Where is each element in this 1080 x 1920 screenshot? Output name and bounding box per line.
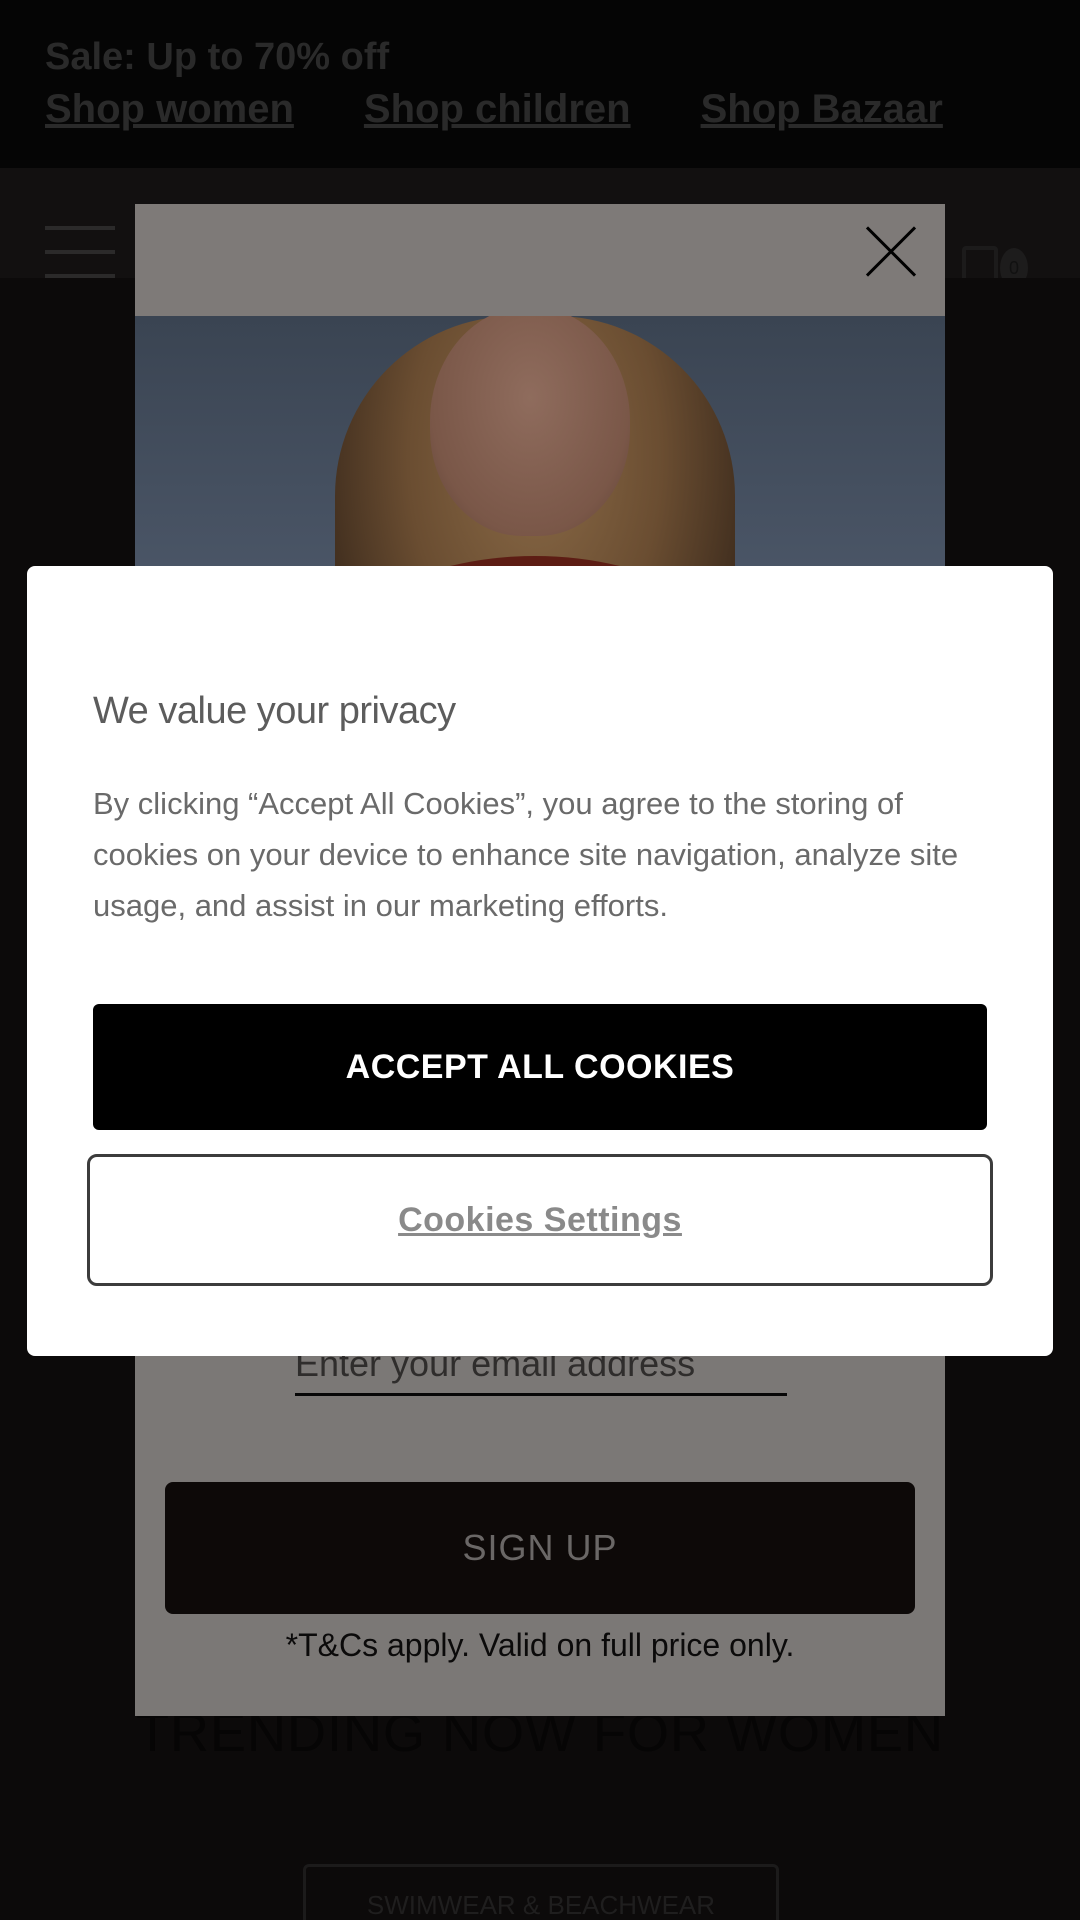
- sale-title: Sale: Up to 70% off: [45, 36, 390, 78]
- terms-text: *T&Cs apply. Valid on full price only.: [285, 1627, 795, 1663]
- sale-links: Shop women Shop children Shop Bazaar: [45, 84, 1080, 134]
- category-chip-swimwear[interactable]: SWIMWEAR & BEACHWEAR: [303, 1864, 779, 1920]
- cookie-title: We value your privacy: [93, 690, 456, 732]
- cookies-settings-button[interactable]: Cookies Settings: [87, 1154, 993, 1286]
- popup-header: [135, 204, 945, 316]
- shop-children-link[interactable]: Shop children: [364, 84, 631, 134]
- accept-all-cookies-button[interactable]: ACCEPT ALL COOKIES: [93, 1004, 987, 1130]
- sale-banner: Sale: Up to 70% off Shop women Shop chil…: [0, 0, 1080, 168]
- sign-up-button[interactable]: SIGN UP: [165, 1482, 915, 1614]
- shop-bazaar-link[interactable]: Shop Bazaar: [701, 84, 943, 134]
- cookie-consent-dialog: We value your privacy By clicking “Accep…: [27, 566, 1053, 1356]
- close-icon[interactable]: [863, 224, 919, 280]
- shop-women-link[interactable]: Shop women: [45, 84, 294, 134]
- cookie-description: By clicking “Accept All Cookies”, you ag…: [93, 786, 959, 923]
- menu-icon[interactable]: [45, 226, 115, 278]
